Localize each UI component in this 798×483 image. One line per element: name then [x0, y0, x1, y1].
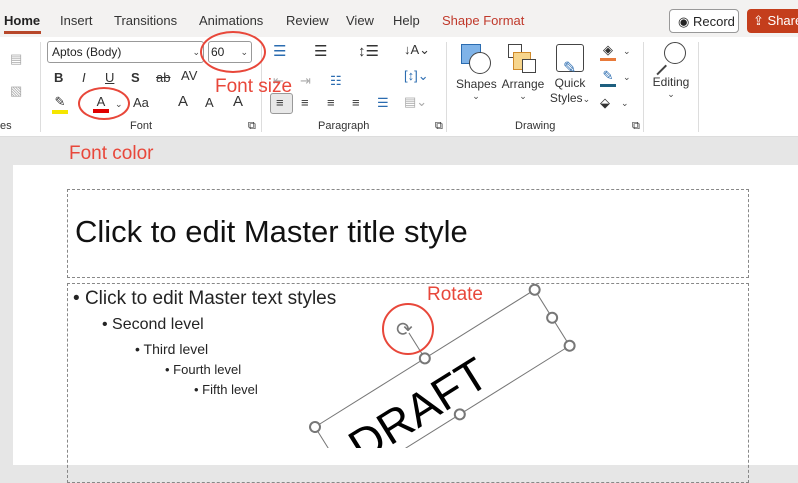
resize-handle[interactable] — [528, 283, 542, 297]
resize-handle[interactable] — [545, 311, 559, 325]
font-color-highlight-ring — [78, 87, 130, 120]
draft-shape[interactable]: DRAFT ⟳ — [0, 0, 798, 448]
font-size-highlight-ring — [200, 31, 266, 73]
resize-handle[interactable] — [418, 351, 432, 365]
font-size-annotation: Font size — [215, 76, 293, 97]
resize-handle[interactable] — [308, 420, 322, 434]
rotate-annotation: Rotate — [427, 284, 483, 305]
resize-handle[interactable] — [563, 339, 577, 353]
font-color-annotation: Font color — [69, 143, 154, 164]
rotate-highlight-ring — [382, 303, 434, 355]
